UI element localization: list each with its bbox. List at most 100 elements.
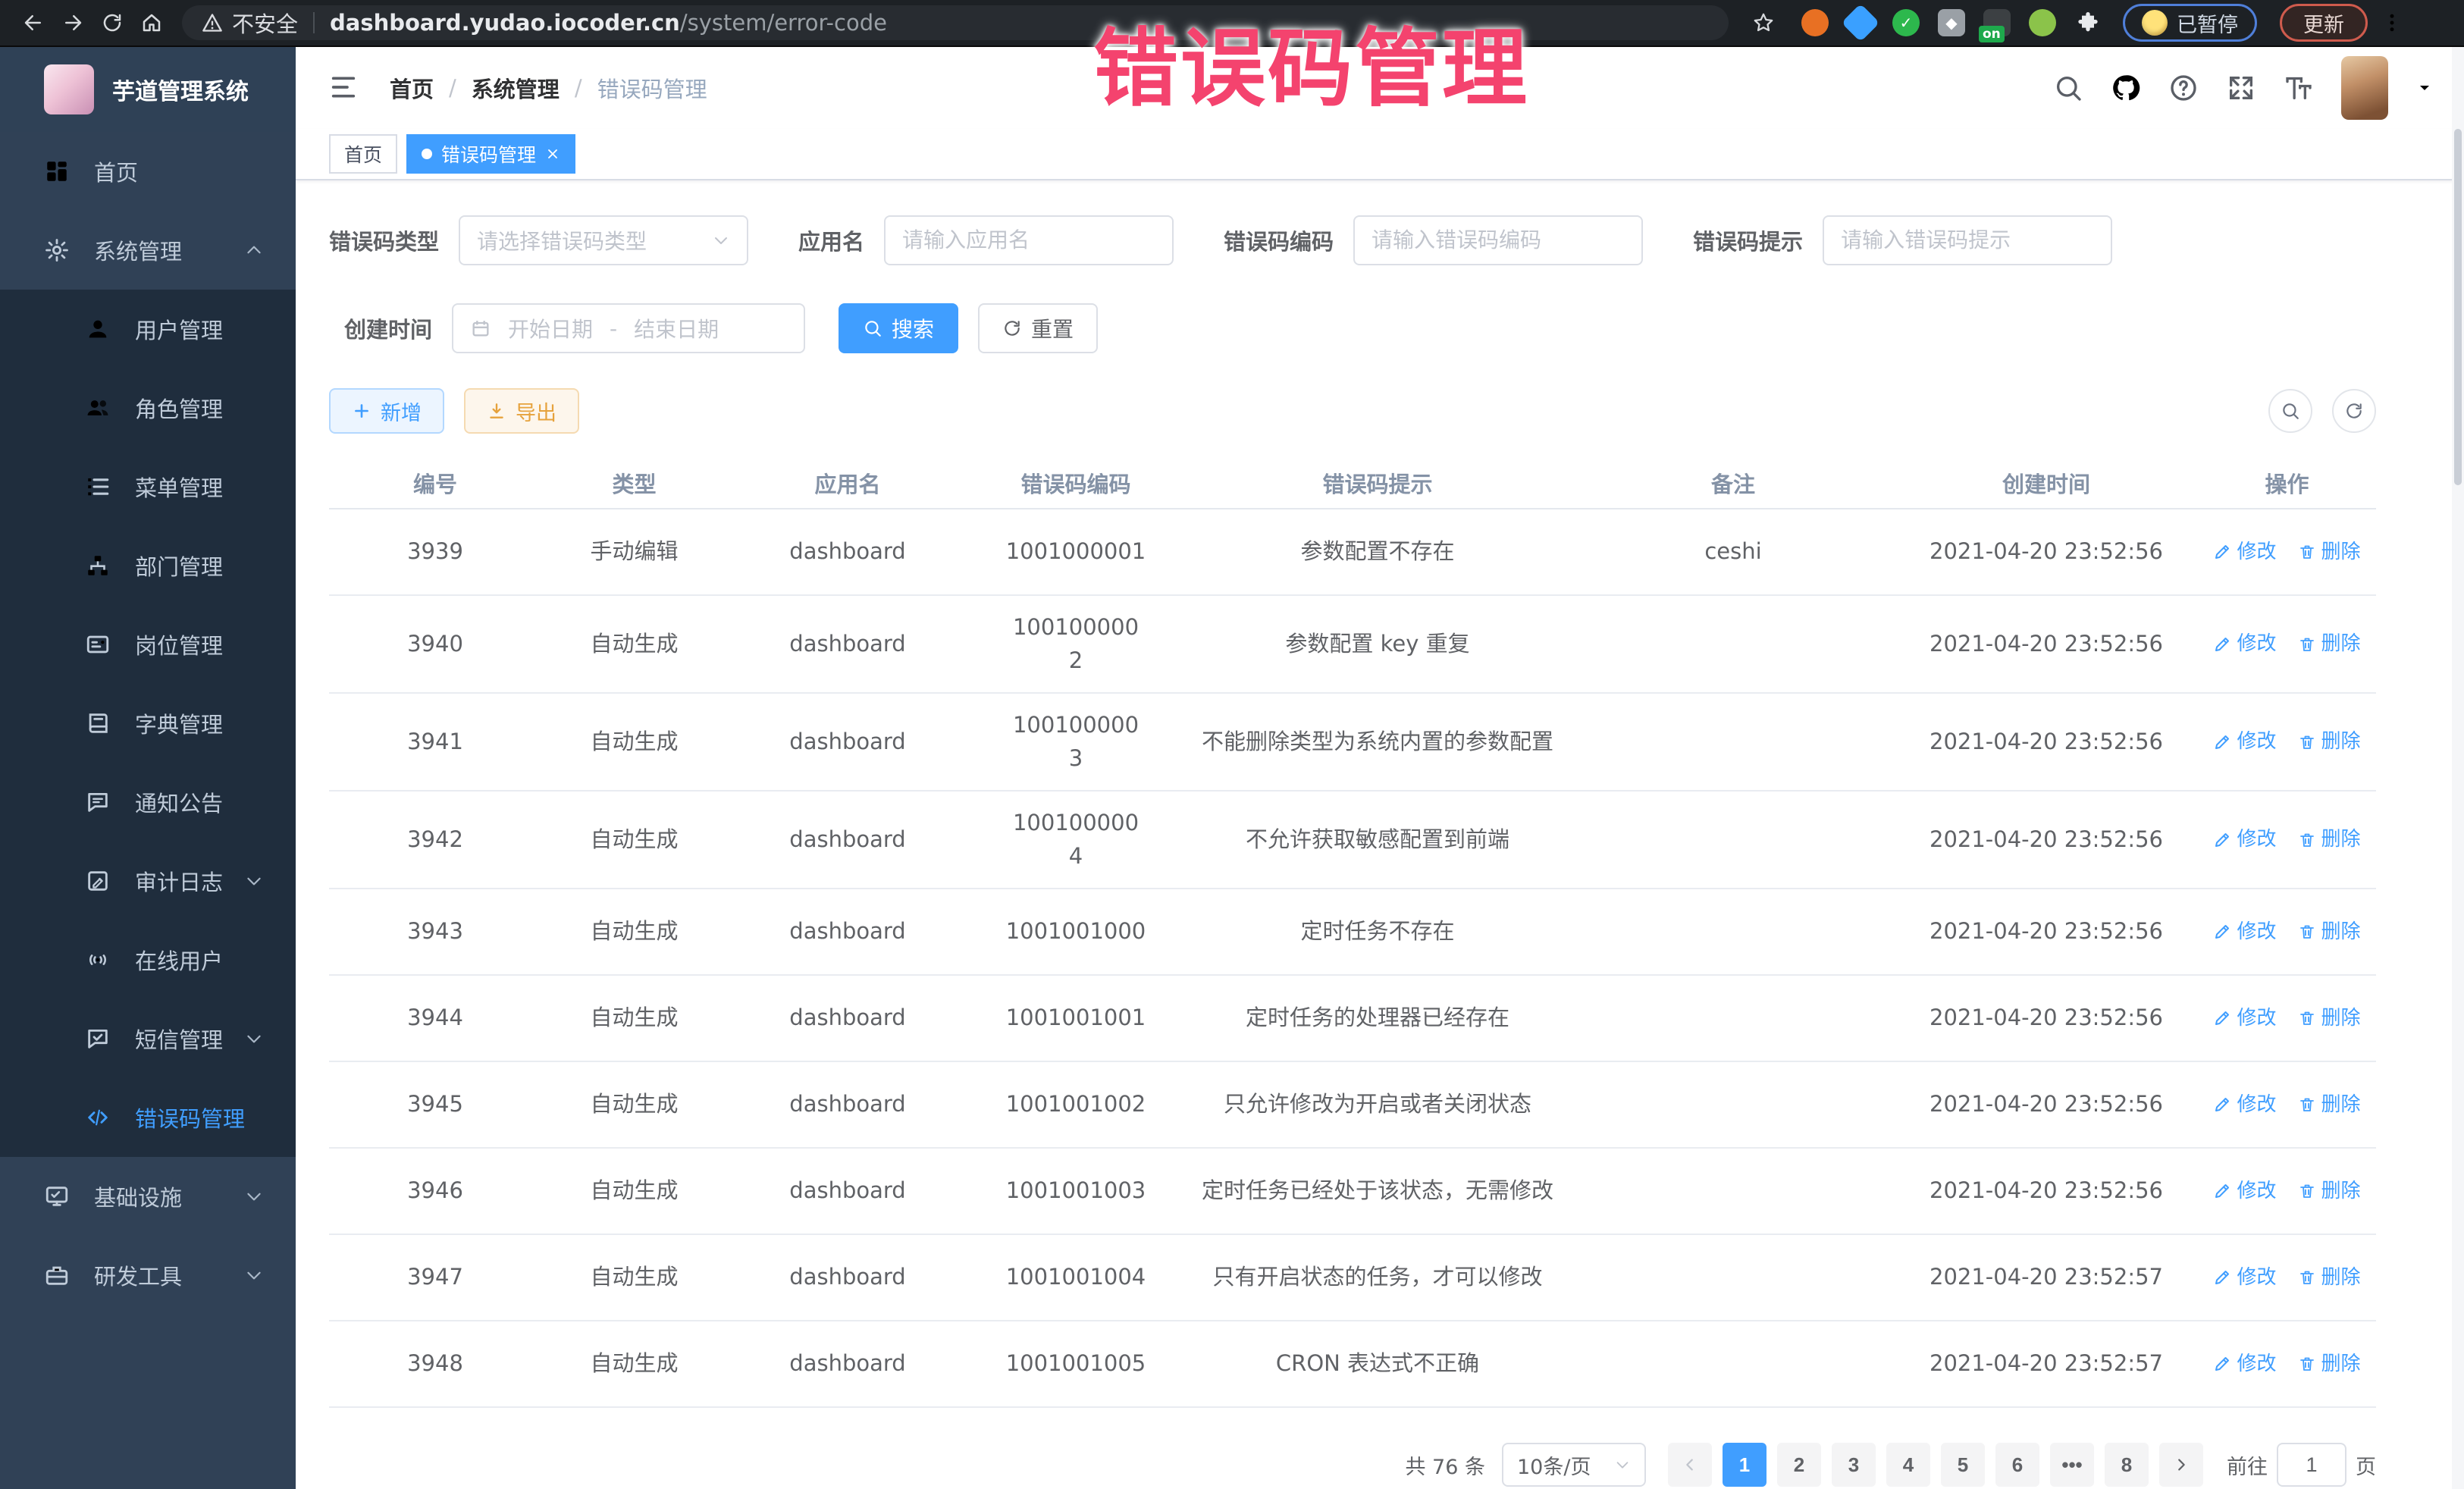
edit-link[interactable]: 修改 bbox=[2213, 629, 2276, 659]
pager-next-button[interactable] bbox=[2159, 1443, 2203, 1487]
export-button[interactable]: 导出 bbox=[464, 388, 579, 434]
edit-link[interactable]: 修改 bbox=[2213, 1004, 2276, 1033]
delete-link[interactable]: 删除 bbox=[2298, 917, 2361, 947]
user-avatar[interactable] bbox=[2341, 56, 2388, 120]
error-code-input[interactable] bbox=[1353, 215, 1643, 265]
tab-错误码管理[interactable]: 错误码管理 bbox=[406, 134, 575, 174]
reset-button[interactable]: 重置 bbox=[978, 303, 1098, 353]
sidebar-item-sms[interactable]: 短信管理 bbox=[0, 999, 296, 1078]
browser-back-button[interactable] bbox=[14, 5, 53, 41]
pager-page-4[interactable]: 4 bbox=[1886, 1443, 1930, 1487]
vertical-scrollbar[interactable] bbox=[2452, 47, 2464, 1489]
pager-pages: 123456•••8 bbox=[1717, 1443, 2154, 1487]
delete-link[interactable]: 删除 bbox=[2298, 1263, 2361, 1293]
pager-page-2[interactable]: 2 bbox=[1777, 1443, 1821, 1487]
delete-link[interactable]: 删除 bbox=[2298, 538, 2361, 567]
cell-id: 3944 bbox=[329, 986, 541, 1050]
delete-link[interactable]: 删除 bbox=[2298, 1090, 2361, 1120]
app-name-input[interactable] bbox=[884, 215, 1174, 265]
edit-link[interactable]: 修改 bbox=[2213, 825, 2276, 854]
extension-blue-gem[interactable] bbox=[1842, 4, 1880, 42]
help-icon[interactable] bbox=[2168, 73, 2199, 103]
pager-prev-button[interactable] bbox=[1668, 1443, 1712, 1487]
search-button[interactable]: 搜索 bbox=[839, 303, 958, 353]
pager-page-8[interactable]: 8 bbox=[2105, 1443, 2149, 1487]
pager-page-1[interactable]: 1 bbox=[1723, 1443, 1766, 1487]
avatar-caret-icon[interactable] bbox=[2415, 79, 2434, 97]
sidebar-item-dept[interactable]: 部门管理 bbox=[0, 526, 296, 605]
sidebar-item-post[interactable]: 岗位管理 bbox=[0, 605, 296, 684]
page-size-select[interactable]: 10条/页 bbox=[1502, 1443, 1646, 1487]
breadcrumb-item[interactable]: 首页 bbox=[390, 72, 434, 104]
error-code-table: 编号类型应用名错误码编码错误码提示备注创建时间操作 3939 手动编辑 dash… bbox=[329, 458, 2376, 1408]
show-search-button[interactable] bbox=[2268, 389, 2312, 433]
chevron-up-icon bbox=[244, 240, 264, 260]
delete-link[interactable]: 删除 bbox=[2298, 727, 2361, 757]
pager-ellipsis[interactable]: ••• bbox=[2050, 1443, 2094, 1487]
pager-page-5[interactable]: 5 bbox=[1941, 1443, 1985, 1487]
add-button[interactable]: 新增 bbox=[329, 388, 444, 434]
font-size-icon[interactable] bbox=[2284, 73, 2314, 103]
edit-link[interactable]: 修改 bbox=[2213, 1177, 2276, 1206]
edit-link[interactable]: 修改 bbox=[2213, 727, 2276, 757]
extension-green-check[interactable]: ✓ bbox=[1892, 9, 1920, 36]
bookmark-star-icon[interactable] bbox=[1744, 5, 1783, 41]
sidebar-item-devtool[interactable]: 研发工具 bbox=[0, 1236, 296, 1315]
delete-link[interactable]: 删除 bbox=[2298, 629, 2361, 659]
close-icon[interactable] bbox=[545, 146, 560, 161]
edit-link[interactable]: 修改 bbox=[2213, 1263, 2276, 1293]
fullscreen-icon[interactable] bbox=[2226, 73, 2256, 103]
sidebar-item-errcode[interactable]: 错误码管理 bbox=[0, 1078, 296, 1157]
extensions-puzzle[interactable] bbox=[2074, 9, 2102, 36]
paused-label: 已暂停 bbox=[2177, 8, 2238, 38]
error-msg-input[interactable] bbox=[1823, 215, 2112, 265]
browser-home-button[interactable] bbox=[132, 5, 171, 41]
sidebar-item-online[interactable]: 在线用户 bbox=[0, 920, 296, 999]
delete-link[interactable]: 删除 bbox=[2298, 825, 2361, 854]
extension-orange[interactable] bbox=[1801, 9, 1829, 36]
tab-首页[interactable]: 首页 bbox=[329, 134, 397, 174]
table-row: 3947 自动生成 dashboard 1001001004 只有开启状态的任务… bbox=[329, 1235, 2376, 1321]
edit-link[interactable]: 修改 bbox=[2213, 1350, 2276, 1379]
edit-link[interactable]: 修改 bbox=[2213, 917, 2276, 947]
browser-update-button[interactable]: 更新 bbox=[2280, 4, 2368, 42]
error-type-select[interactable]: 请选择错误码类型 bbox=[459, 215, 748, 265]
edit-link[interactable]: 修改 bbox=[2213, 538, 2276, 567]
sidebar-item-audit[interactable]: 审计日志 bbox=[0, 842, 296, 920]
profile-paused-badge[interactable]: 已暂停 bbox=[2123, 4, 2257, 42]
pager-page-6[interactable]: 6 bbox=[1995, 1443, 2039, 1487]
create-time-range-picker[interactable]: 开始日期 - 结束日期 bbox=[452, 303, 805, 353]
header-search-icon[interactable] bbox=[2053, 73, 2083, 103]
sidebar-item-home[interactable]: 首页 bbox=[0, 132, 296, 211]
filter-label-msg: 错误码提示 bbox=[1693, 224, 1803, 256]
delete-link[interactable]: 删除 bbox=[2298, 1177, 2361, 1206]
delete-link[interactable]: 删除 bbox=[2298, 1004, 2361, 1033]
list-icon bbox=[85, 474, 111, 500]
cell-actions: 修改 删除 bbox=[2198, 712, 2376, 772]
app-logo[interactable]: 芋道管理系统 bbox=[0, 47, 296, 132]
browser-forward-button[interactable] bbox=[53, 5, 92, 41]
sidebar-item-user[interactable]: 用户管理 bbox=[0, 290, 296, 368]
browser-reload-button[interactable] bbox=[92, 5, 132, 41]
sidebar-item-menu[interactable]: 菜单管理 bbox=[0, 447, 296, 526]
sidebar-item-role[interactable]: 角色管理 bbox=[0, 368, 296, 447]
sidebar-item-dict[interactable]: 字典管理 bbox=[0, 684, 296, 763]
sidebar-item-system[interactable]: 系统管理 bbox=[0, 211, 296, 290]
extension-grid[interactable]: ◆ bbox=[1938, 9, 1965, 36]
filter-label-time: 创建时间 bbox=[344, 312, 432, 344]
breadcrumb-item[interactable]: 系统管理 bbox=[472, 72, 560, 104]
github-icon[interactable] bbox=[2111, 73, 2141, 103]
goto-page-input[interactable] bbox=[2277, 1443, 2346, 1487]
sidebar-toggle-icon[interactable] bbox=[326, 71, 361, 105]
delete-link[interactable]: 删除 bbox=[2298, 1350, 2361, 1379]
sidebar-item-notice[interactable]: 通知公告 bbox=[0, 763, 296, 842]
table-row: 3943 自动生成 dashboard 1001001000 定时任务不存在 2… bbox=[329, 889, 2376, 976]
browser-menu-icon[interactable] bbox=[2372, 5, 2412, 41]
pager-page-3[interactable]: 3 bbox=[1832, 1443, 1876, 1487]
extension-on-badge[interactable]: on bbox=[1983, 9, 2011, 36]
edit-link[interactable]: 修改 bbox=[2213, 1090, 2276, 1120]
sidebar-item-infra[interactable]: 基础设施 bbox=[0, 1157, 296, 1236]
refresh-table-button[interactable] bbox=[2332, 389, 2376, 433]
scrollbar-thumb[interactable] bbox=[2454, 129, 2462, 485]
extension-green[interactable] bbox=[2029, 9, 2056, 36]
